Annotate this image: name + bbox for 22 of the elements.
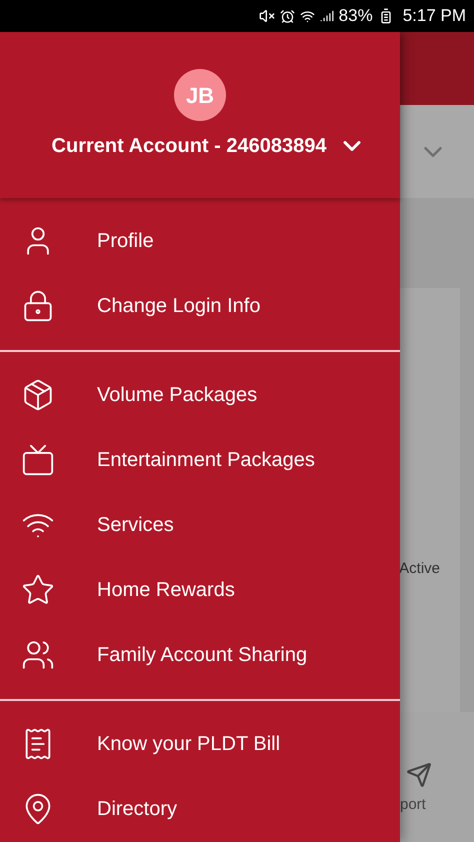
menu-item[interactable]: Directory — [0, 776, 400, 841]
menu-item[interactable]: Change Login Info — [0, 273, 400, 338]
status-label: Active — [399, 559, 440, 579]
send-icon — [406, 762, 432, 788]
menu-item[interactable]: Know your PLDT Bill — [0, 711, 400, 776]
tv-icon — [21, 442, 55, 476]
star-icon — [21, 572, 55, 606]
account-selector[interactable]: Current Account - 246083894 — [52, 131, 366, 161]
nav-label: port — [400, 795, 426, 815]
menu-item[interactable]: Profile — [0, 208, 400, 273]
menu-item[interactable]: Entertainment Packages — [0, 427, 400, 492]
menu-item[interactable]: Services — [0, 492, 400, 557]
mute-icon — [258, 8, 275, 24]
avatar: JB — [174, 69, 226, 121]
battery-level: 83% — [338, 5, 373, 28]
wifi-signal-icon — [300, 8, 315, 24]
menu-item[interactable]: Home Rewards — [0, 557, 400, 622]
clock: 5:17 PM — [402, 5, 466, 28]
signal-icon — [320, 9, 334, 23]
menu-item[interactable]: Family Account Sharing — [0, 622, 400, 687]
alarm-icon — [280, 8, 295, 24]
menu-item[interactable]: Volume Packages — [0, 362, 400, 427]
